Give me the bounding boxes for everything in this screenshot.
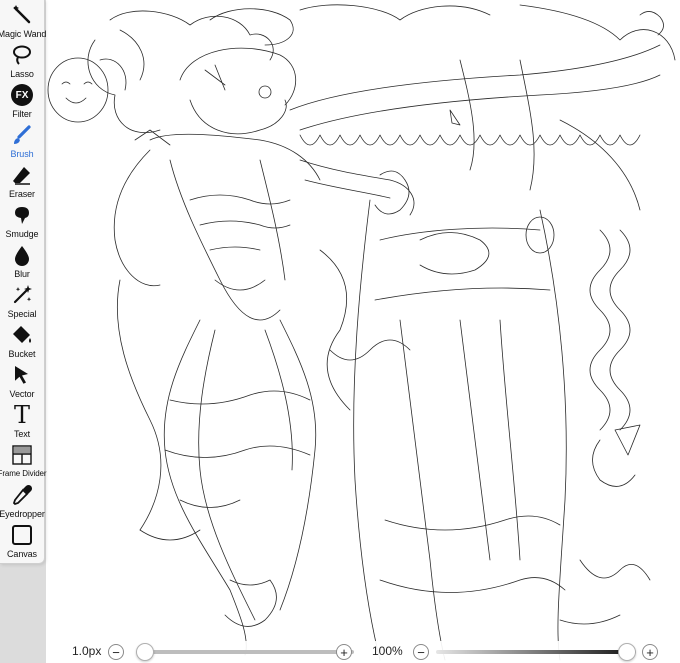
brush-size-readout: 1.0px: [72, 644, 102, 658]
tool-label: Eyedropper: [0, 509, 45, 519]
eraser-icon: [9, 162, 35, 188]
brush-size-slider-knob[interactable]: [136, 643, 154, 661]
tool-eyedropper[interactable]: Eyedropper: [0, 482, 45, 522]
tool-canvas[interactable]: Canvas: [0, 522, 44, 562]
magic-wand-icon: [9, 2, 35, 28]
canvas-icon: [9, 522, 35, 548]
tool-text[interactable]: T Text: [0, 402, 44, 442]
tool-label: Magic Wand: [0, 29, 47, 39]
tool-label: Text: [13, 429, 31, 439]
blur-drop-icon: [9, 242, 35, 268]
tool-label: Special: [7, 309, 37, 319]
bucket-icon: [9, 322, 35, 348]
sparkle-icon: [9, 282, 35, 308]
sketch-artwork: [47, 4, 676, 661]
tool-label: Frame Divider: [0, 469, 47, 478]
tool-label: Brush: [10, 149, 34, 159]
tool-vector[interactable]: Vector: [0, 362, 44, 402]
tool-label: Filter: [12, 109, 32, 119]
tool-eraser[interactable]: Eraser: [0, 162, 44, 202]
tool-blur[interactable]: Blur: [0, 242, 44, 282]
tool-lasso[interactable]: Lasso: [0, 42, 44, 82]
brush-icon: [9, 122, 35, 148]
eyedropper-icon: [9, 482, 35, 508]
tool-magic-wand[interactable]: Magic Wand: [0, 2, 47, 42]
tool-frame-divider[interactable]: Frame Divider: [0, 442, 47, 482]
tool-label: Vector: [9, 389, 35, 399]
lasso-icon: [9, 42, 35, 68]
tool-label: Bucket: [8, 349, 36, 359]
fx-icon-text: FX: [11, 84, 33, 106]
tool-special[interactable]: Special: [0, 282, 44, 322]
tool-filter[interactable]: FX Filter: [0, 82, 44, 122]
tool-bucket[interactable]: Bucket: [0, 322, 44, 362]
frame-divider-icon: [9, 442, 35, 468]
tool-label: Lasso: [10, 69, 34, 79]
tool-smudge[interactable]: Smudge: [0, 202, 44, 242]
tool-label: Blur: [14, 269, 30, 279]
brush-size-plus-button[interactable]: +: [336, 644, 352, 660]
cursor-arrow-icon: [9, 362, 35, 388]
opacity-plus-button[interactable]: +: [642, 644, 658, 660]
tool-palette: Magic Wand Lasso FX Filter Brush Eraser …: [0, 0, 47, 564]
drawing-canvas[interactable]: [0, 0, 680, 663]
opacity-slider-knob[interactable]: [618, 643, 636, 661]
opacity-readout: 100%: [372, 644, 403, 658]
opacity-slider[interactable]: [436, 650, 636, 654]
text-icon-glyph: T: [13, 401, 30, 429]
tool-label: Smudge: [5, 229, 39, 239]
brush-size-minus-button[interactable]: −: [108, 644, 124, 660]
tool-brush[interactable]: Brush: [0, 122, 44, 162]
tool-label: Canvas: [7, 549, 37, 559]
fx-icon: FX: [9, 82, 35, 108]
brush-size-slider[interactable]: [136, 650, 354, 654]
text-icon: T: [9, 402, 35, 428]
tool-label: Eraser: [9, 189, 35, 199]
opacity-minus-button[interactable]: −: [413, 644, 429, 660]
smudge-icon: [9, 202, 35, 228]
brush-controls-bar: 1.0px − + 100% − +: [46, 641, 680, 663]
